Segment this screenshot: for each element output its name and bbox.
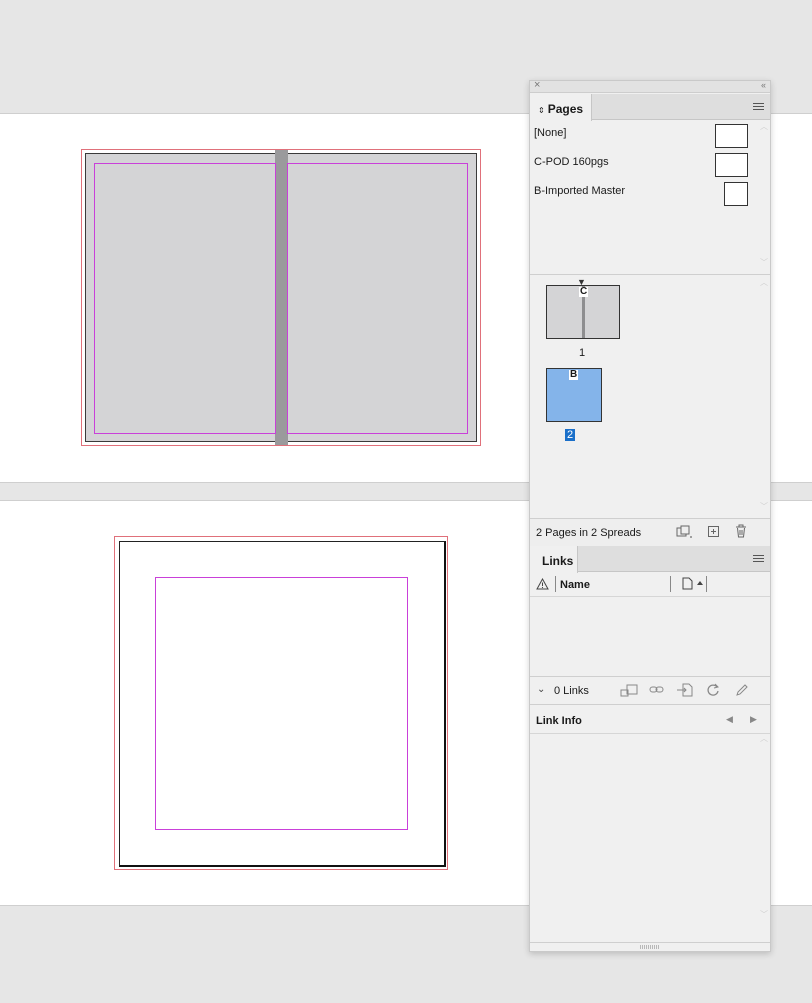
edit-page-size-icon[interactable] (676, 525, 694, 539)
page-number: 1 (579, 347, 586, 359)
links-panel-menu-icon[interactable] (753, 555, 764, 563)
scroll-up-icon[interactable]: ︿ (760, 121, 768, 132)
spread-1-left-margin-guide (94, 163, 276, 434)
page-number-selected: 2 (565, 429, 576, 441)
links-footer: ⌄ 0 Links (530, 676, 770, 705)
new-page-icon[interactable] (707, 525, 721, 539)
chevron-down-icon[interactable]: ⌄ (537, 684, 545, 695)
master-label: [None] (534, 127, 567, 139)
links-tabbar: Links (530, 546, 770, 573)
master-label: C-POD 160pgs (534, 156, 609, 168)
tab-links[interactable]: Links (530, 546, 578, 573)
close-panel-icon[interactable]: × (534, 79, 540, 91)
link-info-header: Link Info ◀ ▶ (530, 705, 770, 734)
pages-status-text: 2 Pages in 2 Spreads (536, 527, 642, 539)
pages-tabbar: ⇕ Pages (530, 94, 770, 121)
tab-toggle-icon: ⇕ (538, 106, 545, 115)
scroll-up-icon[interactable]: ︿ (760, 733, 768, 744)
master-thumb-c-pod[interactable] (715, 153, 748, 177)
collapse-panels-icon[interactable]: ‹‹ (761, 80, 766, 90)
update-link-icon[interactable] (706, 683, 720, 697)
master-row-c-pod[interactable]: C-POD 160pgs (534, 156, 609, 168)
panel-titlebar: × ‹‹ (530, 79, 770, 93)
tab-pages[interactable]: ⇕ Pages (530, 94, 592, 121)
pages-footer: 2 Pages in 2 Spreads (530, 518, 770, 546)
scroll-down-icon[interactable]: ﹀ (760, 501, 768, 512)
scroll-down-icon[interactable]: ﹀ (760, 257, 768, 268)
master-thumb-none[interactable] (715, 124, 748, 148)
master-thumb-b-imported[interactable] (724, 182, 748, 206)
panel-bottom-divider (530, 942, 770, 943)
next-link-icon[interactable]: ▶ (750, 714, 757, 725)
previous-link-icon[interactable]: ◀ (726, 714, 733, 725)
relink-from-cc-icon[interactable] (620, 684, 640, 698)
scroll-down-icon[interactable]: ﹀ (760, 909, 768, 920)
page-2-margin-guide (155, 577, 408, 830)
master-letter: C (579, 286, 589, 297)
relink-icon[interactable] (649, 685, 665, 695)
goto-link-icon[interactable] (676, 683, 694, 697)
pages-section-divider[interactable] (530, 274, 770, 275)
link-info-label: Link Info (536, 715, 582, 727)
column-separator[interactable] (706, 576, 707, 592)
master-letter: B (569, 369, 579, 380)
links-count: 0 Links (554, 685, 589, 697)
warning-icon[interactable] (536, 578, 549, 590)
pages-panel-menu-icon[interactable] (753, 103, 764, 111)
column-separator[interactable] (555, 576, 556, 592)
panels-dock: × ‹‹ ⇕ Pages [None] C-POD 160pgs B-Import… (529, 79, 771, 952)
resize-grip-icon[interactable] (640, 945, 660, 949)
column-name-header[interactable]: Name (560, 579, 590, 591)
page-column-sort-icon[interactable] (682, 577, 706, 591)
links-column-header: Name (530, 573, 770, 597)
delete-page-icon[interactable] (734, 524, 748, 539)
column-separator[interactable] (670, 576, 671, 592)
master-row-b-imported[interactable]: B-Imported Master (534, 185, 625, 197)
master-label: B-Imported Master (534, 185, 626, 197)
edit-original-icon[interactable] (735, 683, 749, 697)
scroll-up-icon[interactable]: ︿ (760, 277, 768, 288)
spread-1-right-margin-guide (287, 163, 468, 434)
master-row-none[interactable]: [None] (534, 127, 566, 139)
